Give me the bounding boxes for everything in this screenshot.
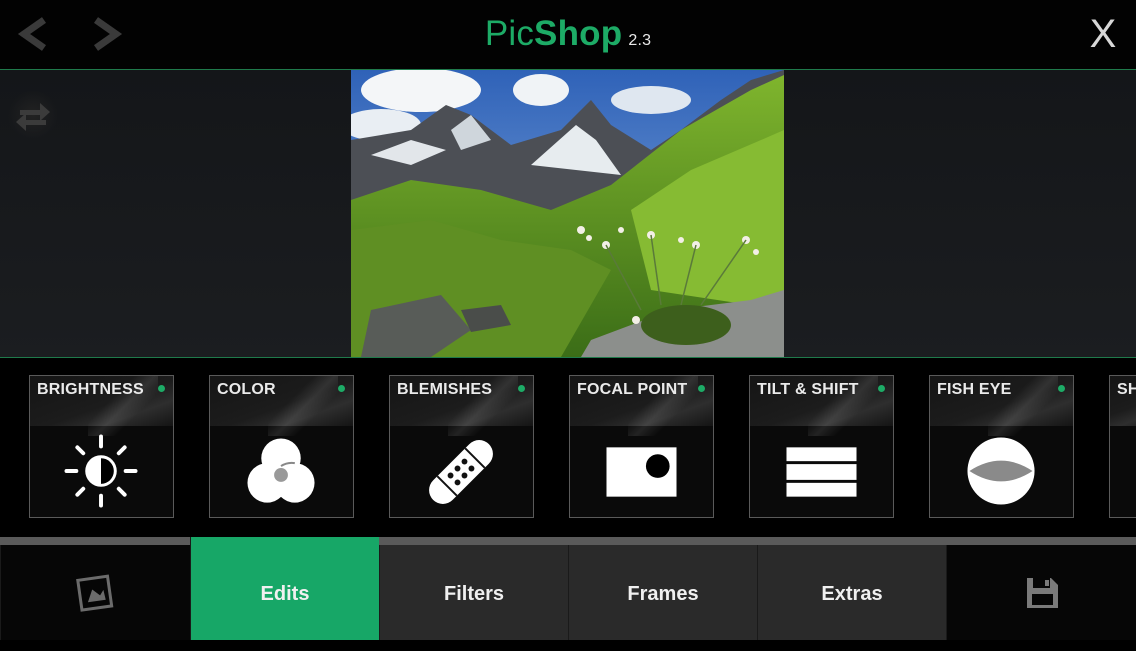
tool-fish-eye[interactable]: FISH EYE [929,375,1074,518]
brightness-icon [64,434,138,508]
tool-tilt-shift[interactable]: TILT & SHIFT [749,375,894,518]
gallery-button[interactable] [0,545,190,640]
image-preview-area [0,70,1136,358]
compare-button[interactable] [8,90,58,140]
edit-tools-strip[interactable]: BRIGHTNESS COLOR BLEMISHES FOCAL POINT T… [0,358,1136,536]
tool-label: FISH EYE [937,381,1012,398]
save-button[interactable] [946,545,1136,640]
status-dot [158,385,165,392]
tool-label: TILT & SHIFT [757,381,859,398]
tool-label: SH [1117,381,1136,398]
tool-label: FOCAL POINT [577,381,688,398]
app-title-part1: Pic [484,14,535,53]
app-version: 2.3 [628,32,652,49]
status-dot [878,385,885,392]
fish-eye-icon [967,437,1035,505]
floppy-disk-icon [1027,578,1058,608]
tab-frames[interactable]: Frames [568,545,757,640]
tool-label: COLOR [217,381,276,398]
tool-focal-point[interactable]: FOCAL POINT [569,375,714,518]
photo-gallery-icon [76,574,114,612]
app-title: PicShop 2.3 [0,14,1136,54]
tool-brightness[interactable]: BRIGHTNESS [29,375,174,518]
tab-filters[interactable]: Filters [379,545,568,640]
tool-blemishes[interactable]: BLEMISHES [389,375,534,518]
status-dot [1058,385,1065,392]
close-button[interactable]: X [1070,0,1136,69]
swap-arrows-icon [16,103,50,131]
tab-extras[interactable]: Extras [757,545,946,640]
tool-color[interactable]: COLOR [209,375,354,518]
bottom-tab-bar: Edits Filters Frames Extras [0,537,1136,640]
mountain-landscape-photo[interactable] [351,70,784,357]
color-circles-icon [247,438,315,503]
status-dot [518,385,525,392]
status-dot [698,385,705,392]
tool-label: BRIGHTNESS [37,381,144,398]
tool-label: BLEMISHES [397,381,493,398]
tilt-shift-icon [786,447,857,497]
tool-partial[interactable]: SH [1109,375,1136,518]
app-title-part2: Shop [534,14,623,53]
top-bar: PicShop 2.3 X [0,0,1136,70]
status-dot [338,385,345,392]
tab-edits[interactable]: Edits [190,537,379,640]
bandage-icon [429,440,493,504]
focal-point-icon [606,447,677,497]
